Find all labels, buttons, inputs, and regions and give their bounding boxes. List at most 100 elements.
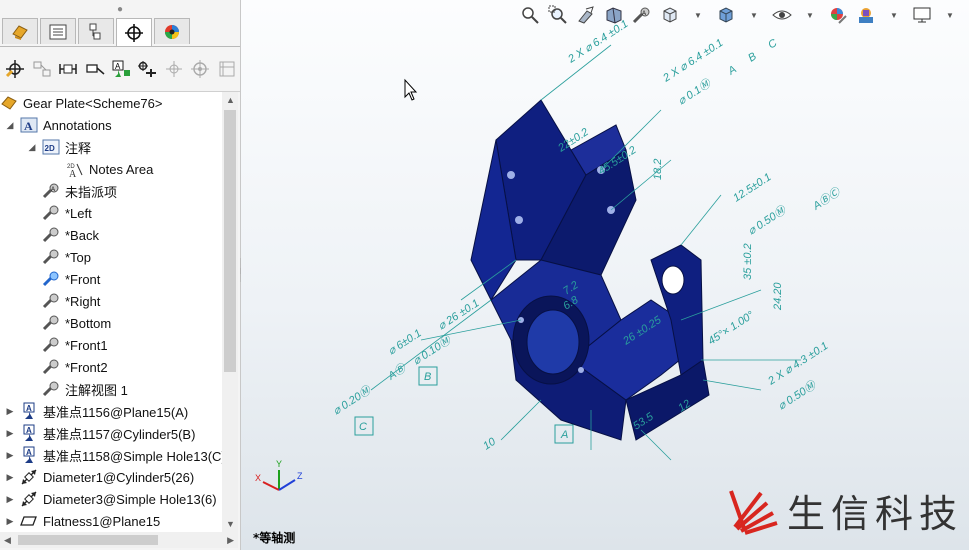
expand-arrow-icon[interactable]: ▶ (4, 406, 16, 417)
tree-item-datum-a[interactable]: ▶ A 基准点1156@Plane15(A) (4, 400, 188, 422)
annotation-text[interactable]: 45°× 1.00° (706, 309, 757, 348)
expand-arrow-icon[interactable]: ▶ (4, 516, 16, 527)
annotation-view-icon (42, 248, 60, 266)
tree-item-notes-area[interactable]: 2D A Notes Area (66, 158, 153, 180)
svg-text:A: A (115, 62, 121, 71)
annotation-text[interactable]: 24.20 (772, 282, 784, 311)
tree-vertical-scrollbar[interactable]: ▲ ▼ (222, 92, 238, 532)
tree-item-label: Diameter3@Simple Hole13(6) (43, 491, 217, 507)
expand-arrow-icon[interactable]: ▶ (4, 472, 16, 483)
show-tolerance-status-button[interactable] (28, 55, 54, 83)
location-dimension-button[interactable] (55, 55, 81, 83)
tree-item-view-back[interactable]: *Back (42, 224, 99, 246)
annotation-text[interactable]: C (766, 37, 779, 51)
dimxpert-manager-icon (125, 23, 143, 42)
tree-item-view-front[interactable]: *Front (42, 268, 100, 290)
datum-feature-icon: A (20, 424, 38, 442)
tree-item-datum-c[interactable]: ▶ A 基准点1158@Simple Hole13(C) (4, 444, 222, 466)
annotation-text[interactable]: A (725, 63, 739, 78)
scrollbar-thumb[interactable] (224, 110, 236, 372)
tree-item-view-bottom[interactable]: *Bottom (42, 312, 111, 334)
tree-item-label: *Front2 (65, 359, 108, 375)
expand-arrow-icon[interactable]: ▶ (4, 494, 16, 505)
copy-scheme-icon (165, 61, 182, 77)
2d-notes-icon: 2D (42, 138, 60, 156)
expand-arrow-icon[interactable]: ▶ (4, 428, 16, 439)
tree-item-annotation-view-1[interactable]: 注解视图 1 (42, 378, 128, 400)
svg-text:A: A (51, 187, 55, 193)
model-canvas[interactable]: 2 X ⌀ 6.4 ±0.1 2 X ⌀ 6.4 ±0.1 ⌀ 0.1Ⓜ A B… (241, 0, 969, 550)
tree-item-view-front2[interactable]: *Front2 (42, 356, 108, 378)
gear-plate-part[interactable] (470, 99, 710, 441)
scroll-right-arrow-icon[interactable]: ▶ (227, 535, 234, 546)
geometric-tolerance-button[interactable] (134, 55, 160, 83)
logo-mark-icon (729, 489, 778, 535)
annotation-text[interactable]: ⌀ 0.20Ⓜ (331, 383, 375, 418)
feature-manager-pane: ● A Gear Plate<Scheme76> ◢ A Annotations… (0, 0, 241, 550)
pane-grip[interactable]: ● (0, 0, 240, 18)
tree-root-part[interactable]: Gear Plate<Scheme76> (0, 92, 162, 114)
annotation-text[interactable]: B (746, 50, 759, 64)
datum-button[interactable]: A (108, 55, 134, 83)
collapse-arrow-icon[interactable]: ◢ (26, 142, 38, 153)
geometric-tolerance-icon (138, 61, 157, 77)
copy-scheme-button[interactable] (161, 55, 187, 83)
scrollbar-thumb[interactable] (18, 535, 158, 545)
annotation-text[interactable]: 10 (481, 435, 499, 452)
triad-z-label: Z (297, 471, 303, 481)
annotation-text[interactable]: B (424, 371, 431, 383)
scroll-down-arrow-icon[interactable]: ▼ (226, 519, 235, 529)
tcc-pattern-button[interactable] (187, 55, 213, 83)
tree-item-view-left[interactable]: *Left (42, 202, 92, 224)
tree-item-view-front1[interactable]: *Front1 (42, 334, 108, 356)
pattern-feature-icon (191, 60, 210, 78)
scroll-left-arrow-icon[interactable]: ◀ (4, 535, 11, 546)
tab-feature-manager[interactable] (2, 18, 38, 44)
annotation-text[interactable]: ⌀ 0.50Ⓜ (776, 378, 820, 413)
annotation-text[interactable]: A (560, 429, 568, 441)
delete-all-button[interactable] (214, 55, 240, 83)
tree-item-notes[interactable]: ◢ 2D 注释 (26, 136, 91, 158)
svg-text:A: A (69, 169, 77, 178)
tree-horizontal-scrollbar[interactable]: ◀ ▶ (0, 532, 238, 548)
annotation-text[interactable]: ⌀ 0.50Ⓜ (746, 203, 790, 238)
tab-property-manager[interactable] (40, 18, 76, 44)
tree-item-label: *Front1 (65, 337, 108, 353)
annotation-text[interactable]: AⒷⒸ (810, 185, 844, 214)
tab-display-manager[interactable] (154, 18, 190, 44)
tree-item-diameter3[interactable]: ▶ Diameter3@Simple Hole13(6) (4, 488, 217, 510)
size-dimension-icon (85, 64, 105, 75)
annotation-view-icon (42, 226, 60, 244)
tree-item-unassigned[interactable]: A 未指派项 (42, 180, 117, 202)
graphics-area[interactable]: A ▼ ▼ ▼ ▼ ▼ 2 X ⌀ 6.4 ±0.1 2 X ⌀ 6.4 ±0.… (241, 0, 969, 550)
annotation-text[interactable]: 2 X ⌀ 4.3 ±0.1 (765, 340, 830, 388)
tab-configuration-manager[interactable] (78, 18, 114, 44)
annotation-text[interactable]: 35 ±0.2 (742, 243, 754, 280)
scroll-up-arrow-icon[interactable]: ▲ (226, 95, 235, 105)
annotation-text[interactable]: 2 X ⌀ 6.4 ±0.1 (565, 18, 630, 66)
tree-item-diameter1[interactable]: ▶ Diameter1@Cylinder5(26) (4, 466, 195, 488)
annotation-text[interactable]: 2 X ⌀ 6.4 ±0.1 (660, 37, 725, 85)
size-dimension-button[interactable] (81, 55, 107, 83)
auto-dimension-scheme-button[interactable] (2, 55, 28, 83)
tree-item-view-right[interactable]: *Right (42, 290, 100, 312)
tree-item-view-top[interactable]: *Top (42, 246, 91, 268)
tree-item-label: Diameter1@Cylinder5(26) (43, 469, 195, 485)
tab-dimxpert-manager[interactable] (116, 18, 152, 46)
annotation-text[interactable]: 12.5±0.1 (731, 171, 773, 204)
tree-item-annotations[interactable]: ◢ A Annotations (4, 114, 112, 136)
tree-item-datum-b[interactable]: ▶ A 基准点1157@Cylinder5(B) (4, 422, 195, 444)
tree-item-flatness1[interactable]: ▶ Flatness1@Plane15 (4, 510, 161, 532)
tree-item-label: *Bottom (65, 315, 112, 331)
annotation-text[interactable]: C (359, 421, 367, 433)
annotation-view-icon (42, 314, 60, 332)
datum-feature-icon: A (20, 402, 38, 420)
collapse-arrow-icon[interactable]: ◢ (4, 120, 16, 131)
tree-item-label: *Right (65, 293, 101, 309)
annotation-text[interactable]: ⌀ 0.1Ⓜ (676, 76, 715, 108)
expand-arrow-icon[interactable]: ▶ (4, 450, 16, 461)
svg-text:A: A (26, 448, 32, 457)
annotation-text[interactable]: 18.2 (652, 159, 664, 180)
annotation-text[interactable]: ⌀ 26 ±0.1 (436, 297, 481, 332)
feature-tree: Gear Plate<Scheme76> ◢ A Annotations ◢ 2… (0, 92, 222, 532)
